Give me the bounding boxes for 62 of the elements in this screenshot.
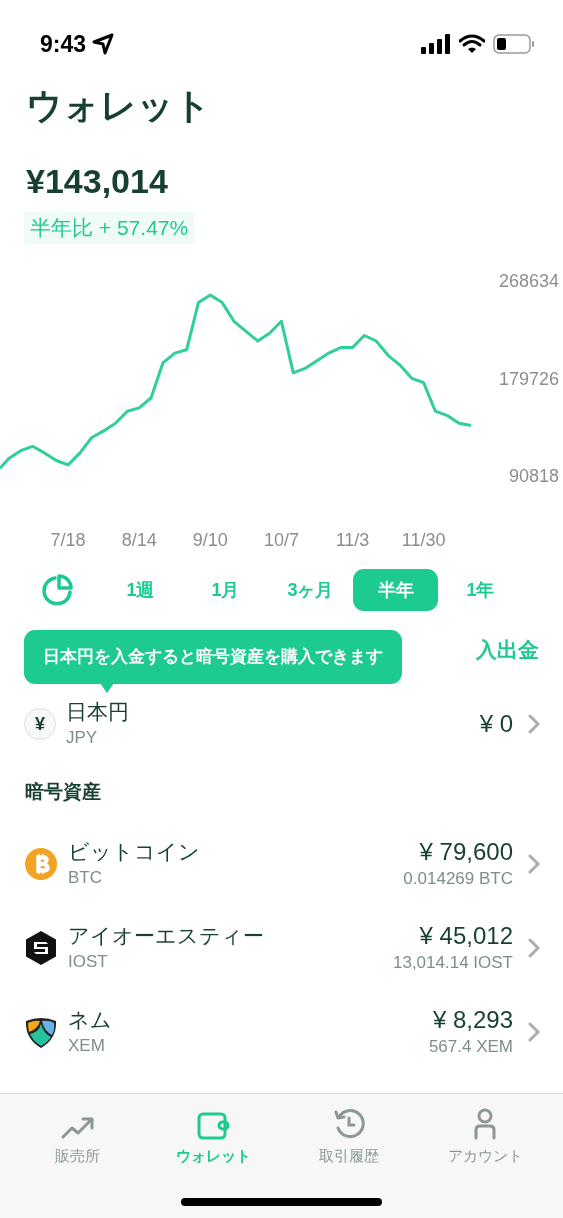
yen-icon: ¥ — [24, 708, 56, 740]
asset-amount: 13,014.14 IOST — [392, 952, 513, 974]
chevron-icon — [527, 937, 541, 959]
status-time: 9:43 — [40, 29, 87, 59]
x-axis-label: 9/10 — [192, 530, 228, 550]
asset-code: JPY — [66, 727, 99, 749]
asset-row[interactable]: アイオーエスティー IOST ¥ 45,012 13,014.14 IOST — [0, 920, 563, 976]
x-axis-label: 7/18 — [50, 530, 86, 550]
asset-name: 日本円 — [66, 699, 130, 725]
tab-bar-item[interactable]: 取引履歴 — [289, 1106, 410, 1166]
x-axis-label: 8/14 — [121, 530, 157, 550]
wifi-icon — [459, 34, 485, 54]
pie-chart-button[interactable] — [40, 573, 74, 607]
asset-row[interactable]: ネム XEM ¥ 8,293 567.4 XEM — [0, 1004, 563, 1060]
x-axis-label: 11/30 — [401, 530, 446, 550]
person-icon — [473, 1108, 498, 1140]
chevron-icon — [527, 1021, 541, 1043]
tab-bar-item[interactable]: ウォレット — [153, 1106, 274, 1166]
chevron-icon — [527, 713, 541, 735]
period-tab[interactable]: 1年 — [438, 569, 523, 611]
asset-code: BTC — [68, 867, 103, 889]
period-tab[interactable]: 3ヶ月 — [268, 569, 353, 611]
change-badge: 半年比 + 57.47% — [24, 212, 195, 244]
pie-chart-icon — [41, 574, 73, 606]
x-axis-label: 11/3 — [335, 530, 370, 550]
balance-amount: ¥143,014 — [25, 162, 169, 200]
y-axis-label: 90818 — [508, 466, 559, 486]
tab-bar-item[interactable]: アカウント — [425, 1106, 546, 1166]
period-tab[interactable]: 半年 — [353, 569, 438, 611]
asset-value: ¥ 8,293 — [432, 1005, 513, 1035]
hexagon-logo-icon — [24, 930, 58, 966]
asset-value: ¥ 0 — [479, 709, 513, 739]
signal-icon — [421, 34, 451, 54]
asset-value: ¥ 45,012 — [419, 921, 513, 951]
asset-amount: 567.4 XEM — [428, 1036, 513, 1058]
period-tab[interactable]: 1週 — [98, 569, 183, 611]
chevron-icon — [527, 853, 541, 875]
trend-arrow-icon — [60, 1116, 95, 1140]
asset-name: ネム — [68, 1007, 113, 1033]
tooltip: 日本円を入金すると暗号資産を購入できます — [24, 630, 402, 684]
y-axis-label: 179726 — [498, 368, 559, 389]
bitcoin-icon — [24, 847, 58, 881]
tab-bar-item[interactable]: 販売所 — [17, 1106, 138, 1166]
asset-row[interactable]: ビットコイン BTC ¥ 79,600 0.014269 BTC — [0, 836, 563, 892]
section-title: 暗号資産 — [24, 780, 102, 804]
y-axis-label: 268634 — [498, 271, 559, 291]
asset-name: アイオーエスティー — [68, 923, 265, 949]
x-axis-label: 10/7 — [263, 530, 299, 550]
asset-code: XEM — [68, 1035, 106, 1057]
period-tab[interactable]: 1月 — [183, 569, 268, 611]
asset-code: IOST — [68, 951, 109, 973]
deposit-button[interactable]: 入出金 — [476, 634, 539, 666]
battery-icon — [493, 34, 535, 54]
wallet-icon — [196, 1112, 231, 1140]
asset-name: ビットコイン — [68, 839, 201, 865]
location-icon — [92, 33, 115, 55]
asset-amount: 0.014269 BTC — [403, 868, 513, 890]
shield-logo-icon — [24, 1015, 58, 1049]
tooltip-pointer — [100, 683, 114, 693]
history-icon — [333, 1108, 366, 1140]
asset-value: ¥ 79,600 — [419, 837, 513, 867]
page-title: ウォレット — [25, 88, 212, 124]
